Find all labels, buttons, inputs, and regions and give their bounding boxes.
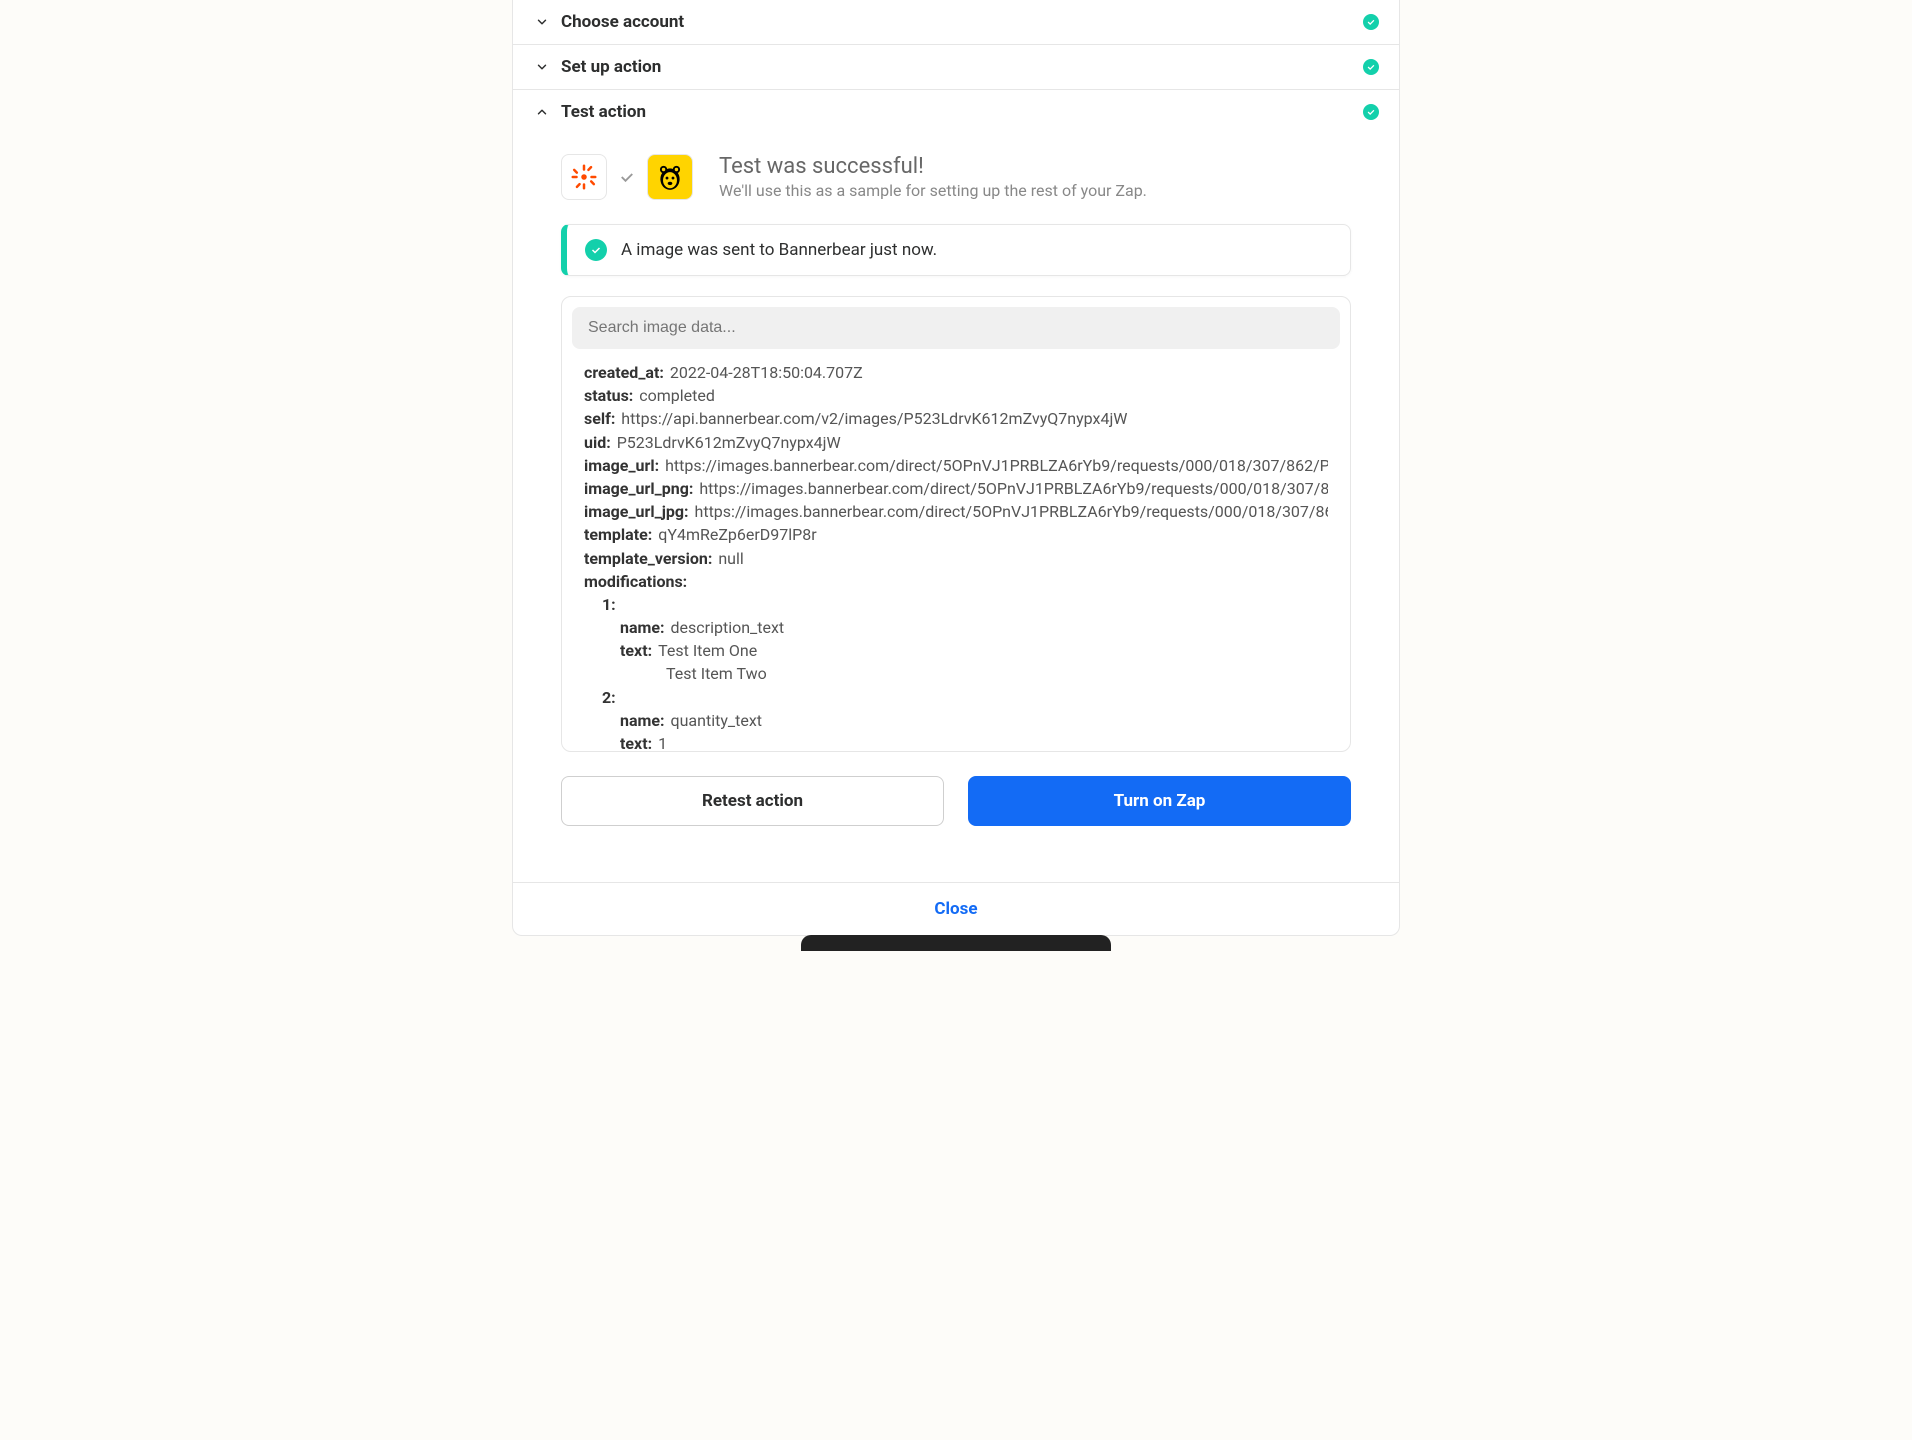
section-title: Test action [561, 102, 1363, 122]
response-kv-list: created_at: 2022-04-28T18:50:04.707Z sta… [572, 361, 1340, 751]
bannerbear-app-icon [647, 154, 693, 200]
search-input[interactable] [572, 307, 1340, 349]
section-choose-account[interactable]: Choose account [513, 0, 1399, 45]
alert-text: A image was sent to Bannerbear just now. [621, 240, 937, 260]
bottom-toolbar-peek [801, 935, 1111, 951]
zapier-app-icon [561, 154, 607, 200]
section-set-up-action[interactable]: Set up action [513, 45, 1399, 90]
test-success-title: Test was successful! [719, 154, 1147, 179]
zap-editor-panel: Choose account Set up action Test action [512, 0, 1400, 936]
section-title: Choose account [561, 12, 1363, 32]
test-success-header: Test was successful! We'll use this as a… [561, 154, 1351, 200]
chevron-down-icon [533, 58, 551, 76]
status-complete-icon [1363, 59, 1379, 75]
check-circle-icon [585, 239, 607, 261]
chevron-up-icon [533, 103, 551, 121]
action-buttons: Retest action Turn on Zap [561, 776, 1351, 826]
response-data-panel: created_at: 2022-04-28T18:50:04.707Z sta… [561, 296, 1351, 752]
success-alert: A image was sent to Bannerbear just now. [561, 224, 1351, 276]
status-complete-icon [1363, 104, 1379, 120]
chevron-down-icon [533, 13, 551, 31]
test-action-body: Test was successful! We'll use this as a… [513, 134, 1399, 856]
turn-on-zap-button[interactable]: Turn on Zap [968, 776, 1351, 826]
retest-action-button[interactable]: Retest action [561, 776, 944, 826]
close-button[interactable]: Close [934, 899, 977, 919]
close-row: Close [513, 882, 1399, 935]
section-test-action[interactable]: Test action [513, 90, 1399, 134]
status-complete-icon [1363, 14, 1379, 30]
connector-check-icon [615, 168, 639, 186]
test-success-subtitle: We'll use this as a sample for setting u… [719, 181, 1147, 200]
section-title: Set up action [561, 57, 1363, 77]
